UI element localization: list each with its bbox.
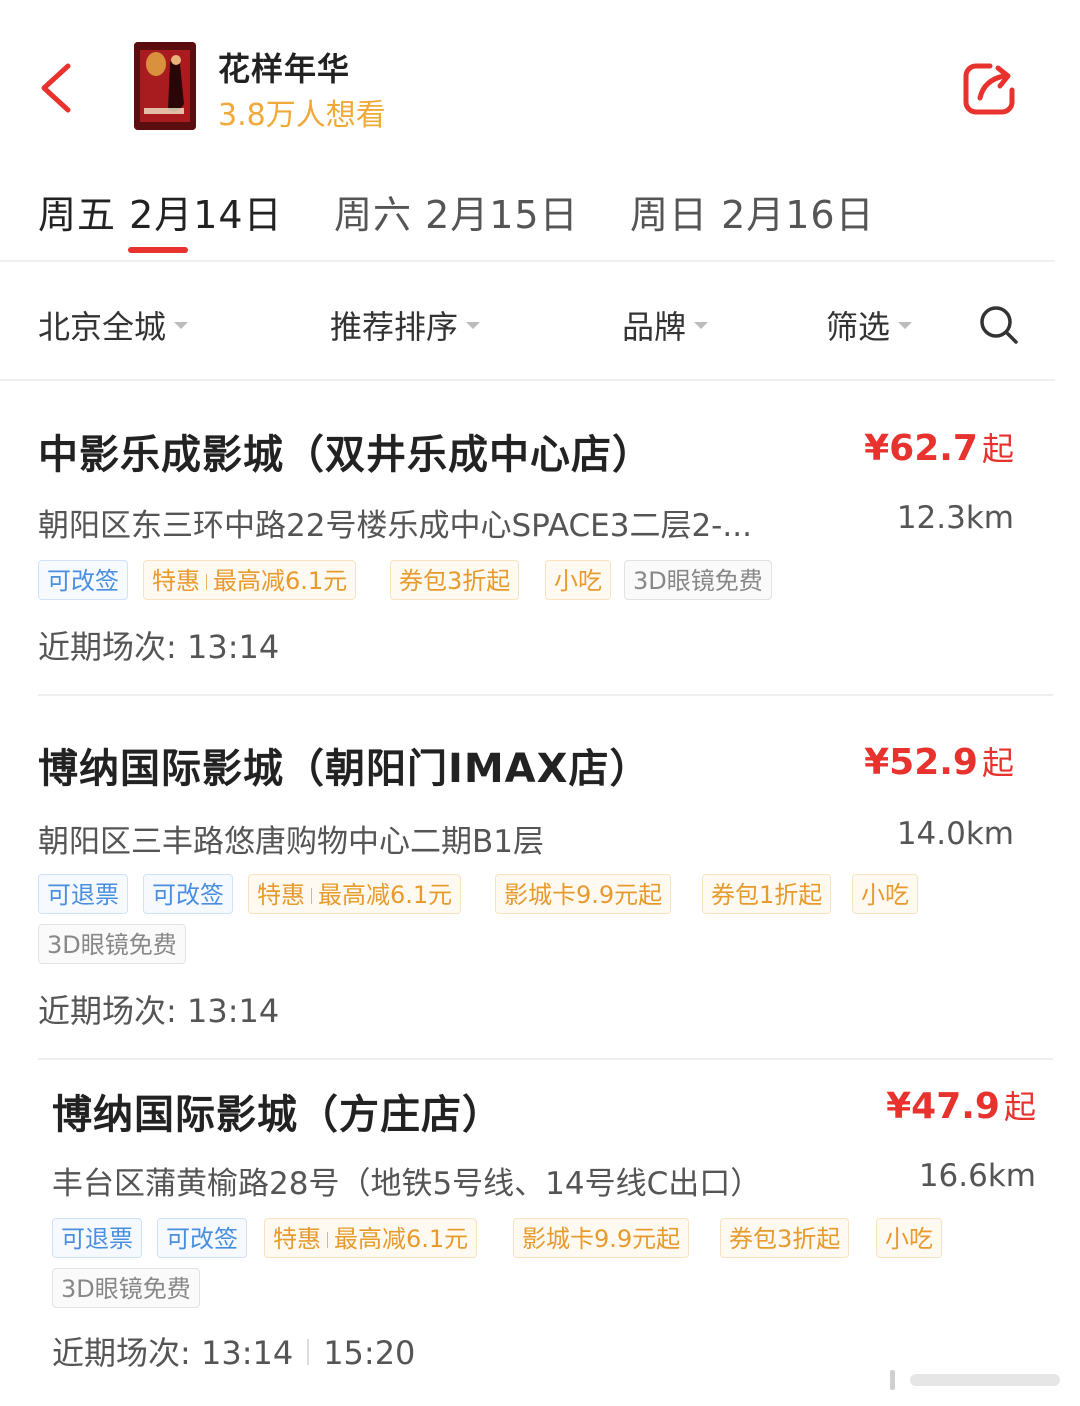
search-icon[interactable]	[978, 304, 1020, 346]
tag-discount: 特惠 最高减6.1元	[264, 1218, 478, 1258]
divider	[0, 260, 1055, 262]
filter-more[interactable]: 筛选	[826, 302, 913, 348]
chevron-down-icon	[694, 321, 709, 329]
tag-coupon: 券包3折起	[720, 1218, 850, 1258]
tag-discount-label: 特惠	[273, 1225, 321, 1253]
showtimes-label: 近期场次:	[38, 628, 177, 666]
price-suffix: 起	[981, 430, 1014, 468]
tag-3d-glasses: 3D眼镜免费	[624, 560, 772, 600]
cinema-address: 朝阳区三丰路悠唐购物中心二期B1层	[38, 824, 544, 860]
tag-discount: 特惠 最高减6.1元	[248, 874, 462, 914]
poster-art-icon	[134, 42, 196, 130]
tag-discount-label: 特惠	[152, 567, 200, 595]
filter-more-label: 筛选	[826, 308, 891, 346]
showtime[interactable]: 13:14	[187, 992, 279, 1030]
date-tab-0[interactable]: 周五 2月14日	[38, 184, 283, 239]
tag-separator	[206, 574, 207, 590]
showtimes: 近期场次: 13:14 15:20	[52, 1328, 415, 1374]
filter-city[interactable]: 北京全城	[38, 302, 189, 348]
tag-snack: 小吃	[852, 874, 918, 914]
cinema-name: 中影乐成影城（双井乐成中心店）	[38, 432, 653, 478]
tag-cinema-card: 影城卡9.9元起	[513, 1218, 690, 1258]
tag-separator	[327, 1232, 328, 1248]
tag-reschedule: 可改签	[143, 874, 233, 914]
tag-discount: 特惠 最高减6.1元	[143, 560, 357, 600]
filter-sort[interactable]: 推荐排序	[330, 302, 481, 348]
cinema-distance: 16.6km	[918, 1158, 1036, 1194]
price-value: ¥47.9	[886, 1086, 1000, 1127]
movie-poster[interactable]	[134, 42, 196, 130]
back-arrow-icon[interactable]	[34, 58, 84, 118]
tag-3d-glasses: 3D眼镜免费	[52, 1268, 200, 1308]
cinema-card[interactable]: 中影乐成影城（双井乐成中心店） ¥62.7 起 朝阳区东三环中路22号楼乐成中心S…	[0, 380, 1080, 696]
active-tab-indicator	[128, 247, 188, 253]
cinema-name: 博纳国际影城（方庄店）	[52, 1092, 503, 1138]
tag-discount-detail: 最高减6.1元	[318, 881, 453, 909]
want-count: 3.8万人想看	[218, 98, 386, 133]
tag-snack: 小吃	[876, 1218, 942, 1258]
showtimes: 近期场次: 13:14	[38, 622, 279, 668]
cinema-price: ¥47.9 起	[886, 1082, 1036, 1128]
filter-brand[interactable]: 品牌	[622, 302, 709, 348]
date-tab-2[interactable]: 周日 2月16日	[630, 184, 875, 239]
showtime[interactable]: 15:20	[323, 1334, 415, 1372]
tag-refund: 可退票	[38, 874, 128, 914]
tag-coupon: 券包1折起	[702, 874, 832, 914]
chevron-down-icon	[898, 321, 913, 329]
chevron-down-icon	[174, 321, 189, 329]
showtime[interactable]: 13:14	[201, 1334, 293, 1372]
filter-brand-label: 品牌	[622, 308, 687, 346]
tag-discount-detail: 最高减6.1元	[334, 1225, 469, 1253]
cinema-price: ¥52.9 起	[864, 738, 1014, 784]
showtimes-label: 近期场次:	[38, 992, 177, 1030]
tag-refund: 可退票	[52, 1218, 142, 1258]
share-icon[interactable]	[960, 58, 1020, 118]
price-suffix: 起	[981, 744, 1014, 782]
date-tab-1[interactable]: 周六 2月15日	[334, 184, 579, 239]
tag-discount-detail: 最高减6.1元	[213, 567, 348, 595]
tag-reschedule: 可改签	[38, 560, 128, 600]
showtime-separator	[307, 1339, 310, 1365]
cinema-card[interactable]: 博纳国际影城（方庄店） ¥47.9 起 丰台区蒲黄榆路28号（地铁5号线、14号线…	[0, 1060, 1080, 1406]
tag-3d-glasses: 3D眼镜免费	[38, 924, 186, 964]
cinema-address: 朝阳区东三环中路22号楼乐成中心SPACE3二层2-...	[38, 508, 752, 544]
price-suffix: 起	[1003, 1088, 1036, 1126]
tag-snack: 小吃	[545, 560, 611, 600]
tag-coupon: 券包3折起	[390, 560, 520, 600]
cinema-name: 博纳国际影城（朝阳门IMAX店）	[38, 746, 651, 792]
showtime[interactable]: 13:14	[187, 628, 279, 666]
showtimes: 近期场次: 13:14	[38, 986, 279, 1032]
cinema-distance: 14.0km	[896, 816, 1014, 852]
showtimes-label: 近期场次:	[52, 1334, 191, 1372]
cinema-address: 丰台区蒲黄榆路28号（地铁5号线、14号线C出口）	[52, 1166, 762, 1202]
movie-title: 花样年华	[218, 50, 351, 88]
watermark-bars-icon	[890, 1370, 1060, 1390]
tag-discount-label: 特惠	[257, 881, 305, 909]
cinema-price: ¥62.7 起	[864, 424, 1014, 470]
chevron-down-icon	[466, 321, 481, 329]
price-value: ¥52.9	[864, 742, 978, 783]
tag-reschedule: 可改签	[157, 1218, 247, 1258]
filter-city-label: 北京全城	[38, 308, 167, 346]
filter-sort-label: 推荐排序	[330, 308, 459, 346]
cinema-distance: 12.3km	[896, 500, 1014, 536]
cinema-card[interactable]: 博纳国际影城（朝阳门IMAX店） ¥52.9 起 朝阳区三丰路悠唐购物中心二期B1…	[0, 696, 1080, 1058]
price-value: ¥62.7	[864, 428, 978, 469]
tag-cinema-card: 影城卡9.9元起	[495, 874, 672, 914]
tag-separator	[311, 888, 312, 904]
